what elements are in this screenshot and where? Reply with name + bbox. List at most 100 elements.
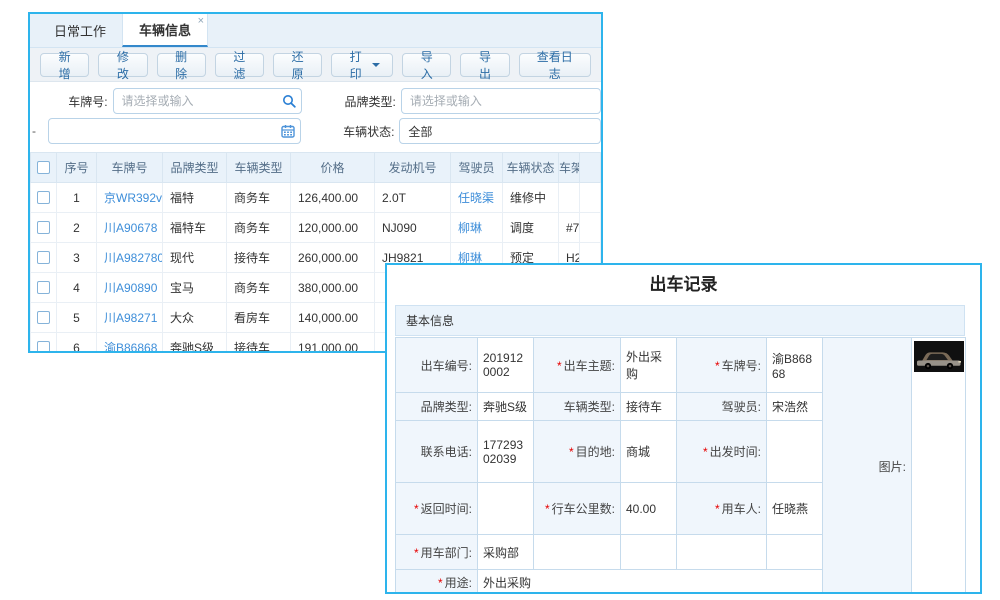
row-checkbox[interactable] — [37, 341, 50, 353]
dispatch-no-value-text: 2019120002 — [483, 351, 523, 379]
print-button-label: 打印 — [344, 48, 367, 82]
filter-row-2: - — [30, 116, 601, 146]
table-row: 1京WR392v福特商务车126,400.002.0T任晓渠维修中 — [31, 183, 601, 213]
form-row: 出车编号:2019120002*出车主题:外出采购*车牌号:渝B86868图片: — [396, 338, 966, 393]
cell-no: 6 — [57, 333, 97, 354]
view-log-button[interactable]: 查看日志 — [519, 53, 591, 77]
status-select-value: 全部 — [408, 123, 432, 140]
cell-frame: #789 — [559, 213, 580, 243]
row-checkbox-cell — [31, 303, 57, 333]
cell-price: 260,000.00 — [291, 243, 375, 273]
delete-button[interactable]: 删除 — [157, 53, 206, 77]
cell-plate[interactable]: 川A90890 — [97, 273, 163, 303]
car-photo-icon — [914, 341, 964, 372]
export-button[interactable]: 导出 — [460, 53, 509, 77]
filter-area: 车牌号: 品牌类型: - — [30, 82, 601, 146]
search-icon[interactable] — [282, 94, 296, 111]
row-checkbox[interactable] — [37, 281, 50, 294]
required-asterisk: * — [557, 359, 562, 373]
select-all-checkbox[interactable] — [37, 161, 50, 174]
subject-label: *出车主题: — [534, 338, 621, 393]
cell-brand: 福特 — [163, 183, 227, 213]
phone-label-text: 联系电话: — [421, 445, 472, 459]
empty-cell — [534, 535, 621, 570]
desktop: 日常工作 车辆信息 × 新增修改删除过滤还原打印导入导出查看日志 车牌号: — [0, 0, 1000, 600]
filter-button[interactable]: 过滤 — [215, 53, 264, 77]
required-asterisk: * — [715, 502, 720, 516]
cell-plate[interactable]: 川A98271 — [97, 303, 163, 333]
cell-driver[interactable]: 任晓渠 — [451, 183, 503, 213]
department-value: 采购部 — [478, 535, 534, 570]
cell-plate[interactable]: 京WR392v — [97, 183, 163, 213]
departure-time-label: *出发时间: — [677, 421, 767, 483]
departure-time-value — [767, 421, 823, 483]
department-label: *用车部门: — [396, 535, 478, 570]
empty-cell — [677, 535, 767, 570]
tab-daily-work[interactable]: 日常工作 — [38, 14, 122, 47]
cell-brand: 现代 — [163, 243, 227, 273]
row-checkbox[interactable] — [37, 191, 50, 204]
plate-label: *车牌号: — [677, 338, 767, 393]
close-icon[interactable]: × — [198, 16, 204, 27]
vehicle-type-label-text: 车辆类型: — [564, 400, 615, 414]
row-checkbox-cell — [31, 333, 57, 354]
phone-label: 联系电话: — [396, 421, 478, 483]
cell-no: 2 — [57, 213, 97, 243]
cell-no: 5 — [57, 303, 97, 333]
dispatch-no-label: 出车编号: — [396, 338, 478, 393]
restore-button[interactable]: 还原 — [273, 53, 322, 77]
cell-price: 120,000.00 — [291, 213, 375, 243]
brand-search-input[interactable] — [401, 88, 601, 114]
vehicle-type-value: 接待车 — [621, 393, 677, 421]
cell-brand: 宝马 — [163, 273, 227, 303]
row-checkbox[interactable] — [37, 251, 50, 264]
date-input[interactable] — [48, 118, 301, 144]
row-checkbox[interactable] — [37, 221, 50, 234]
header-checkbox-cell — [31, 153, 57, 183]
plate-value: 渝B86868 — [767, 338, 823, 393]
cell-price: 191,000.00 — [291, 333, 375, 354]
cell-status: 维修中 — [503, 183, 559, 213]
tab-bar: 日常工作 车辆信息 × — [30, 14, 601, 48]
column-header: 品牌类型 — [163, 153, 227, 183]
car-user-label-text: 用车人: — [722, 502, 761, 516]
row-filler-cell — [580, 183, 601, 213]
filter-button-label: 过滤 — [228, 48, 251, 82]
toolbar: 新增修改删除过滤还原打印导入导出查看日志 — [30, 48, 601, 82]
date-range-separator: - — [32, 124, 43, 138]
mileage-value-text: 40.00 — [626, 502, 656, 516]
cell-type: 接待车 — [227, 333, 291, 354]
tab-vehicle-info[interactable]: 车辆信息 × — [122, 14, 208, 47]
view-log-button-label: 查看日志 — [532, 48, 578, 82]
calendar-icon[interactable] — [281, 124, 295, 141]
cell-plate[interactable]: 渝B86868 — [97, 333, 163, 354]
mileage-label: *行车公里数: — [534, 483, 621, 535]
add-button[interactable]: 新增 — [40, 53, 89, 77]
status-select[interactable]: 全部 — [399, 118, 601, 144]
plate-label-text: 车牌号: — [722, 359, 761, 373]
purpose-label-text: 用途: — [445, 576, 472, 590]
row-checkbox[interactable] — [37, 311, 50, 324]
cell-type: 看房车 — [227, 303, 291, 333]
required-asterisk: * — [414, 546, 419, 560]
add-button-label: 新增 — [53, 48, 76, 82]
print-button[interactable]: 打印 — [331, 53, 393, 77]
cell-plate[interactable]: 川A90678 — [97, 213, 163, 243]
return-time-label: *返回时间: — [396, 483, 478, 535]
row-checkbox-cell — [31, 213, 57, 243]
status-filter-label: 车辆状态: — [321, 123, 395, 140]
cell-price: 140,000.00 — [291, 303, 375, 333]
cell-driver[interactable]: 柳琳 — [451, 213, 503, 243]
cell-no: 4 — [57, 273, 97, 303]
cell-status: 调度 — [503, 213, 559, 243]
import-button[interactable]: 导入 — [402, 53, 451, 77]
department-label-text: 用车部门: — [421, 546, 472, 560]
image-label-text: 图片: — [879, 460, 906, 474]
column-header: 价格 — [291, 153, 375, 183]
cell-plate[interactable]: 川A982780 — [97, 243, 163, 273]
empty-cell — [621, 535, 677, 570]
edit-button[interactable]: 修改 — [98, 53, 147, 77]
plate-search-input[interactable] — [113, 88, 302, 114]
car-user-value: 任晓燕 — [767, 483, 823, 535]
phone-value: 17729302039 — [478, 421, 534, 483]
